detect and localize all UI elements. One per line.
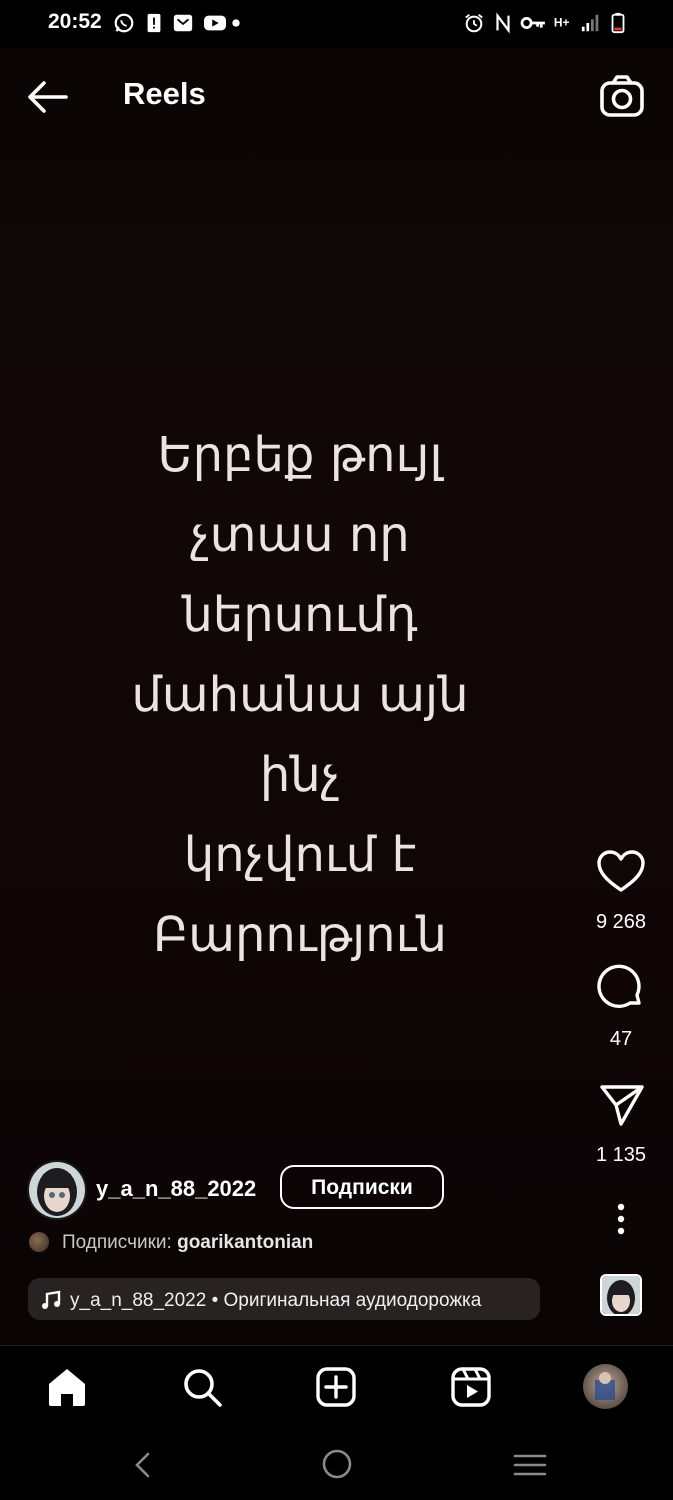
author-username[interactable]: y_a_n_88_2022 — [96, 1176, 256, 1202]
dot-icon — [232, 19, 240, 27]
audio-thumbnail[interactable] — [600, 1274, 642, 1316]
status-time: 20:52 — [48, 10, 102, 33]
share-send-icon[interactable] — [590, 1078, 652, 1130]
follow-button[interactable]: Подписки — [280, 1165, 444, 1209]
more-options-icon[interactable] — [590, 1192, 652, 1248]
audio-track-label: y_a_n_88_2022 • Оригинальная аудиодорожк… — [70, 1290, 482, 1311]
audio-thumbnail-image — [602, 1276, 640, 1314]
youtube-icon — [204, 15, 226, 31]
caption-line: չտաս որ — [190, 507, 410, 563]
reels-icon[interactable] — [446, 1362, 496, 1412]
caption-line: Երբեք թույլ — [157, 427, 443, 483]
caption-line: մահանա այն — [131, 667, 469, 723]
battery-icon — [611, 12, 625, 34]
like-heart-icon[interactable] — [590, 845, 652, 897]
svg-text:H+: H+ — [554, 16, 570, 30]
comment-count: 47 — [609, 1028, 633, 1050]
page-title: Reels — [123, 76, 206, 111]
caption-line: Բարություն — [153, 907, 447, 963]
video-caption: Երբեք թույլ չտաս որ ներսումդ մահանա այն … — [60, 415, 540, 975]
alert-icon — [147, 13, 161, 33]
key-icon — [520, 17, 545, 29]
profile-avatar[interactable] — [583, 1364, 628, 1409]
alarm-icon — [465, 14, 483, 33]
camera-icon[interactable] — [596, 72, 648, 122]
home-icon[interactable] — [42, 1362, 92, 1412]
nfc-icon — [496, 12, 510, 34]
avatar-image — [29, 1162, 85, 1218]
search-icon[interactable] — [177, 1362, 227, 1412]
profile-avatar-image — [595, 1372, 615, 1400]
mail-icon — [173, 14, 193, 32]
status-bar: 20:52 H+ — [0, 0, 673, 48]
network-hplus-icon: H+ — [554, 16, 570, 30]
caption-line: ինչ — [259, 747, 341, 803]
followers-info[interactable]: Подписчики: goarikantonian — [62, 1232, 313, 1254]
music-note-icon — [42, 1290, 61, 1309]
system-home-icon[interactable] — [320, 1447, 354, 1481]
followers-prefix: Подписчики: — [62, 1232, 172, 1253]
create-icon[interactable] — [311, 1362, 361, 1412]
follower-avatar — [29, 1232, 49, 1252]
system-back-icon[interactable] — [128, 1450, 158, 1480]
signal-icon — [581, 14, 599, 32]
caption-line: ներսումդ — [182, 587, 418, 643]
whatsapp-icon — [114, 13, 134, 33]
author-avatar[interactable] — [27, 1160, 87, 1220]
caption-line: կոչվում է — [183, 827, 417, 883]
followers-name: goarikantonian — [177, 1232, 314, 1253]
comment-icon[interactable] — [590, 962, 652, 1014]
share-count: 1 135 — [595, 1144, 647, 1166]
system-recents-icon[interactable] — [512, 1450, 548, 1480]
arrow-left-icon[interactable] — [22, 72, 74, 122]
like-count: 9 268 — [595, 911, 647, 933]
